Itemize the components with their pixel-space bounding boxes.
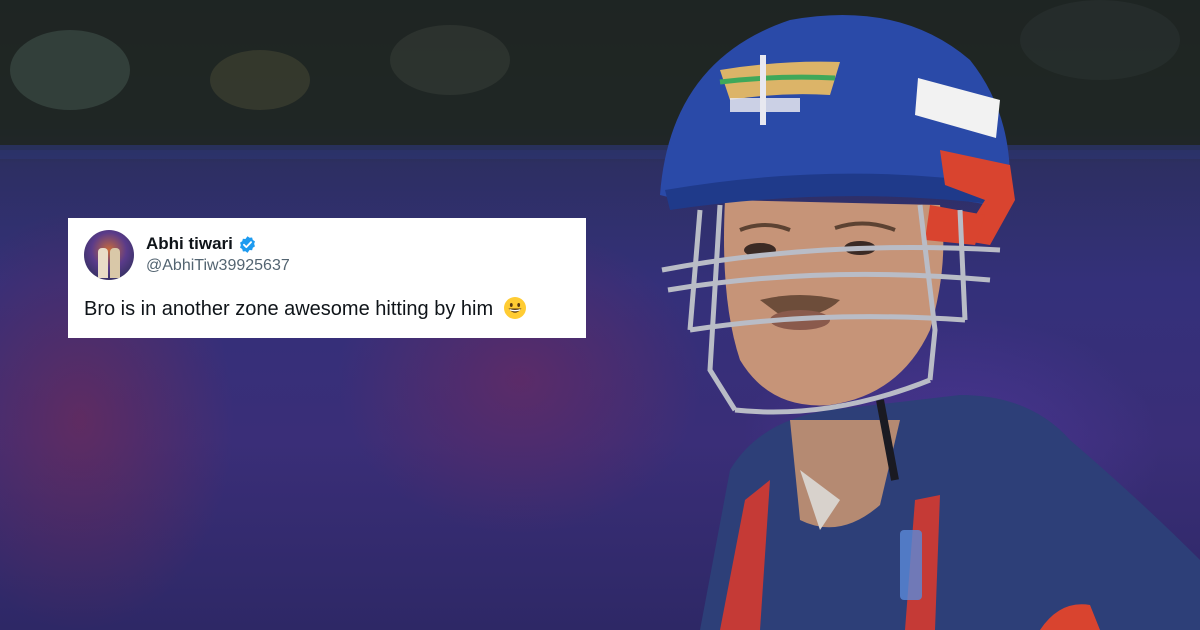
verified-badge-icon — [239, 235, 255, 253]
grinning-face-icon — [503, 297, 526, 319]
name-row: Abhi tiwari — [146, 234, 290, 254]
display-name[interactable]: Abhi tiwari — [146, 234, 233, 254]
tweet-header: Abhi tiwari @AbhiTiw39925637 — [84, 226, 570, 284]
avatar-figure — [110, 248, 120, 278]
avatar-figure — [98, 248, 108, 278]
tweet-body: Bro is in another zone awesome hitting b… — [84, 296, 570, 322]
tweet-card: Abhi tiwari @AbhiTiw39925637 Bro is in a… — [68, 218, 586, 338]
avatar[interactable] — [84, 230, 134, 280]
user-handle[interactable]: @AbhiTiw39925637 — [146, 255, 290, 276]
tweet-text: Bro is in another zone awesome hitting b… — [84, 298, 494, 320]
author-info: Abhi tiwari @AbhiTiw39925637 — [146, 234, 290, 276]
